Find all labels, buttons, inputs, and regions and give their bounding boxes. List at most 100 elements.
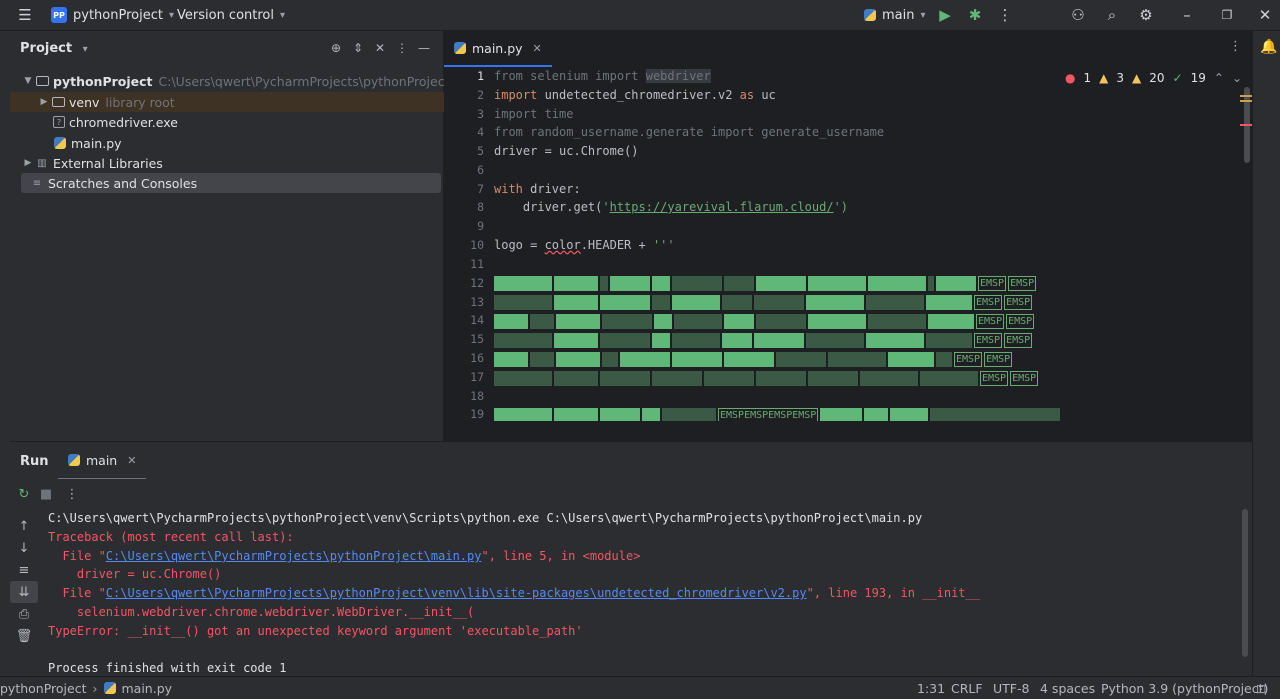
art-block [820, 408, 863, 421]
caret-position[interactable]: 1:31 [917, 677, 945, 699]
python-file-icon [454, 42, 466, 54]
add-user-icon[interactable]: ⚇ [1063, 0, 1093, 30]
hide-panel-icon[interactable]: — [413, 37, 435, 59]
folder-icon [51, 96, 65, 108]
chevron-up-icon[interactable]: ⌃ [1214, 71, 1224, 85]
tab-main-py[interactable]: main.py ✕ [444, 31, 552, 67]
vcs-label: Version control [177, 7, 274, 23]
error-stripe[interactable] [1240, 124, 1252, 126]
warning-stripe[interactable] [1240, 95, 1252, 97]
soft-wrap-icon[interactable]: ≡ [10, 559, 38, 581]
breadcrumb-file[interactable]: main.py [122, 681, 173, 696]
console-file-link[interactable]: C:\Users\qwert\PycharmProjects\pythonPro… [106, 549, 482, 563]
file-encoding[interactable]: UTF-8 [993, 677, 1029, 699]
more-actions-icon[interactable]: ⋮ [990, 0, 1020, 30]
project-switcher[interactable]: PP pythonProject ▾ [51, 0, 174, 30]
line-number: 8 [477, 200, 484, 214]
search-icon[interactable]: ⌕ [1097, 0, 1127, 30]
options-icon[interactable]: ⋮ [391, 37, 413, 59]
tree-item-pythonproject[interactable]: ▼ pythonProject C:\Users\qwert\PycharmPr… [10, 71, 454, 91]
trash-icon[interactable]: 🗑 [10, 625, 38, 647]
notifications-bell-icon[interactable]: 🔔 [1260, 39, 1277, 55]
art-block [672, 276, 722, 291]
python-file-icon [103, 682, 116, 694]
code-line-5: driver = uc.Chrome() [494, 144, 639, 158]
code-url[interactable]: https://yarevival.flarum.cloud/ [610, 200, 834, 214]
project-panel-toolbar: ⊕ ⇕ ✕ ⋮ — [325, 37, 435, 59]
art-block [808, 371, 858, 386]
art-block [652, 333, 670, 348]
art-block [754, 295, 804, 310]
code-token: undetected_chromedriver.v2 [537, 88, 740, 102]
run-side-toolbar: ↑ ↓ ≡ ⇊ ⎙ 🗑 [10, 509, 38, 676]
code-line-3: import time [494, 107, 574, 121]
close-tab-icon[interactable]: ✕ [127, 454, 136, 467]
python-interpreter[interactable]: Python 3.9 (pythonProject) [1101, 677, 1268, 699]
line-number: 1 [477, 69, 484, 83]
stop-icon[interactable]: ■ [32, 483, 60, 505]
art-block [866, 295, 924, 310]
tree-item-label: main.py [71, 135, 122, 151]
art-block [868, 276, 926, 291]
warning-stripe[interactable] [1240, 100, 1252, 102]
console-line: C:\Users\qwert\PycharmProjects\pythonPro… [48, 511, 923, 525]
minimize-icon[interactable]: – [1172, 0, 1202, 30]
inspection-widget[interactable]: ● 1 ▲ 3 ▲ 20 ✓ 19 ⌃ ⌄ [1065, 71, 1242, 85]
debug-icon[interactable]: ✱ [960, 0, 990, 30]
project-panel-title[interactable]: Project ▾ [20, 41, 88, 56]
indent-setting[interactable]: 4 spaces [1040, 677, 1095, 699]
art-block [530, 314, 554, 329]
art-block [672, 352, 722, 367]
run-config-selector[interactable]: main ▾ [864, 0, 926, 30]
console-line: TypeError: __init__() got an unexpected … [48, 624, 583, 638]
console-scroll-thumb[interactable] [1242, 509, 1248, 657]
emsp-marker: EMSP [980, 371, 1009, 386]
scroll-to-end-icon[interactable]: ⇊ [10, 581, 38, 603]
console-text: ", line 193, in __init__ [806, 586, 980, 600]
console-file-link[interactable]: C:\Users\qwert\PycharmProjects\pythonPro… [106, 586, 807, 600]
tree-item-chromedriver[interactable]: ? chromedriver.exe [10, 112, 486, 132]
chevron-down-icon[interactable]: ⌄ [1232, 71, 1242, 85]
console-line: Traceback (most recent call last): [48, 530, 294, 544]
breadcrumb-project[interactable]: pythonProject [0, 681, 87, 696]
art-block [642, 408, 660, 421]
lock-icon[interactable]: ⊡ [1256, 677, 1266, 699]
down-arrow-icon[interactable]: ↓ [10, 537, 38, 559]
vcs-widget[interactable]: Version control ▾ [177, 0, 285, 30]
emsp-marker: EMSP [978, 276, 1007, 291]
expand-all-icon[interactable]: ⇕ [347, 37, 369, 59]
art-block [724, 314, 754, 329]
collapse-all-icon[interactable]: ✕ [369, 37, 391, 59]
emsp-marker: EMSP [954, 352, 983, 367]
close-icon[interactable]: ✕ [1250, 0, 1280, 30]
tree-item-venv[interactable]: ▶ venv library root [10, 92, 470, 112]
tree-item-label: Scratches and Consoles [48, 175, 198, 191]
tree-item-main-py[interactable]: main.py [10, 133, 486, 153]
settings-gear-icon[interactable]: ⚙ [1131, 0, 1161, 30]
close-tab-icon[interactable]: ✕ [533, 42, 542, 55]
editor-scrollbar[interactable] [1240, 67, 1252, 421]
line-separator[interactable]: CRLF [951, 677, 983, 699]
code-token: import [494, 88, 538, 102]
more-options-icon[interactable]: ⋮ [58, 483, 86, 505]
chevron-right-icon: ▶ [40, 97, 48, 107]
art-block [776, 352, 826, 367]
code-editor[interactable]: 1 2 3 4 5 6 7 8 9 10 11 12 13 14 15 16 1… [444, 67, 1252, 421]
locate-icon[interactable]: ⊕ [325, 37, 347, 59]
tree-item-scratches[interactable]: ≡ Scratches and Consoles [21, 173, 441, 193]
title-bar: ☰ PP pythonProject ▾ Version control ▾ m… [0, 0, 1280, 31]
tree-item-external-libraries[interactable]: ▶ ▥ External Libraries [10, 153, 454, 173]
maximize-icon[interactable]: ❐ [1212, 0, 1242, 30]
up-arrow-icon[interactable]: ↑ [10, 515, 38, 537]
art-block [554, 408, 598, 421]
art-block [494, 408, 552, 421]
weak-warning-count: 20 [1149, 71, 1165, 85]
run-icon[interactable]: ▶ [930, 0, 960, 30]
code-line-4: from random_username.generate import gen… [494, 125, 885, 139]
run-tab-main[interactable]: main ✕ [58, 442, 147, 480]
tab-options-icon[interactable]: ⋮ [1229, 39, 1242, 54]
print-icon[interactable]: ⎙ [10, 603, 38, 625]
art-block [652, 371, 702, 386]
console-output[interactable]: C:\Users\qwert\PycharmProjects\pythonPro… [38, 509, 1252, 676]
main-menu-icon[interactable]: ☰ [10, 0, 40, 30]
